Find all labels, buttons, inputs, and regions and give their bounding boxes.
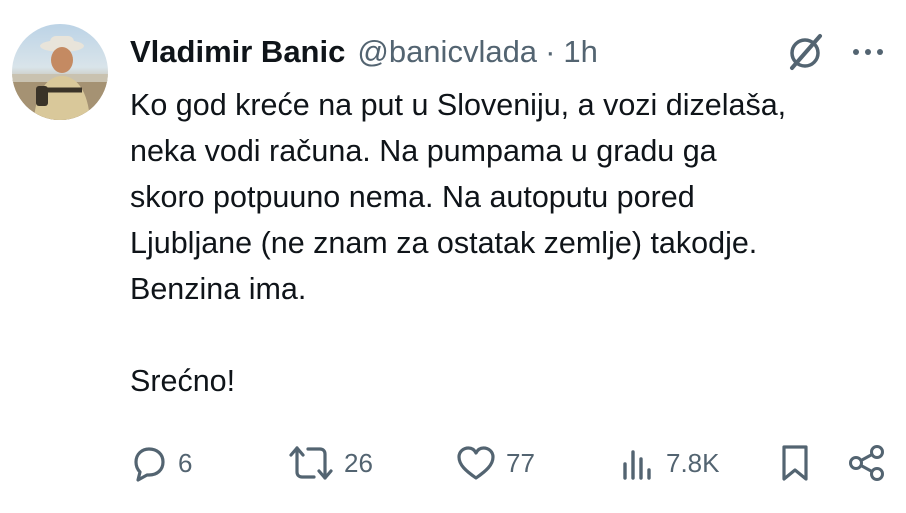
reply-count: 6: [178, 447, 193, 478]
tweet-text-line: Ljubljane (ne znam za ostatak zemlje) ta…: [130, 226, 758, 260]
tweet-text-line: skoro potpuuno nema. Na autoputu pored: [130, 180, 695, 214]
header-separator: ·: [545, 34, 556, 69]
grok-icon[interactable]: [784, 30, 828, 74]
tweet-text-blank-line: [130, 312, 890, 358]
tweet-text-line: neka vodi računa. Na pumpama u gradu ga: [130, 134, 717, 168]
tweet-text-line: Ko god kreće na put u Sloveniju, a vozi …: [130, 88, 787, 122]
tweet-text: Ko god kreće na put u Sloveniju, a vozi …: [130, 82, 890, 404]
author-display-name[interactable]: Vladimir Banic: [130, 34, 345, 70]
author-handle[interactable]: @banicvlada: [357, 34, 537, 70]
tweet-actions-bar: 6 26 77 7.8K: [130, 438, 896, 488]
avatar-photo: [12, 36, 108, 120]
heart-icon: [457, 446, 495, 480]
tweet-header: Vladimir Banic @banicvlada · 1h: [130, 30, 598, 74]
tweet-text-line: Benzina ima.: [130, 272, 307, 306]
like-button[interactable]: 77: [456, 438, 535, 488]
reply-bubble-icon: [134, 447, 165, 482]
share-button[interactable]: [846, 438, 888, 488]
views-button[interactable]: 7.8K: [620, 438, 720, 488]
views-count: 7.8K: [666, 447, 720, 478]
tweet-card: Vladimir Banic @banicvlada · 1h Ko god k…: [0, 0, 906, 513]
tweet-text-line: Srećno!: [130, 364, 236, 398]
repost-count: 26: [344, 447, 373, 478]
more-dots-icon[interactable]: [848, 38, 888, 66]
share-icon: [849, 445, 884, 481]
tweet-timestamp[interactable]: 1h: [563, 34, 597, 70]
reply-button[interactable]: 6: [130, 438, 192, 488]
bookmark-button[interactable]: [776, 438, 814, 488]
like-count: 77: [506, 447, 535, 478]
bookmark-icon: [782, 445, 808, 481]
repost-button[interactable]: 26: [288, 438, 373, 488]
repost-icon: [289, 446, 333, 480]
avatar[interactable]: [12, 24, 108, 120]
bar-chart-icon: [623, 450, 651, 480]
